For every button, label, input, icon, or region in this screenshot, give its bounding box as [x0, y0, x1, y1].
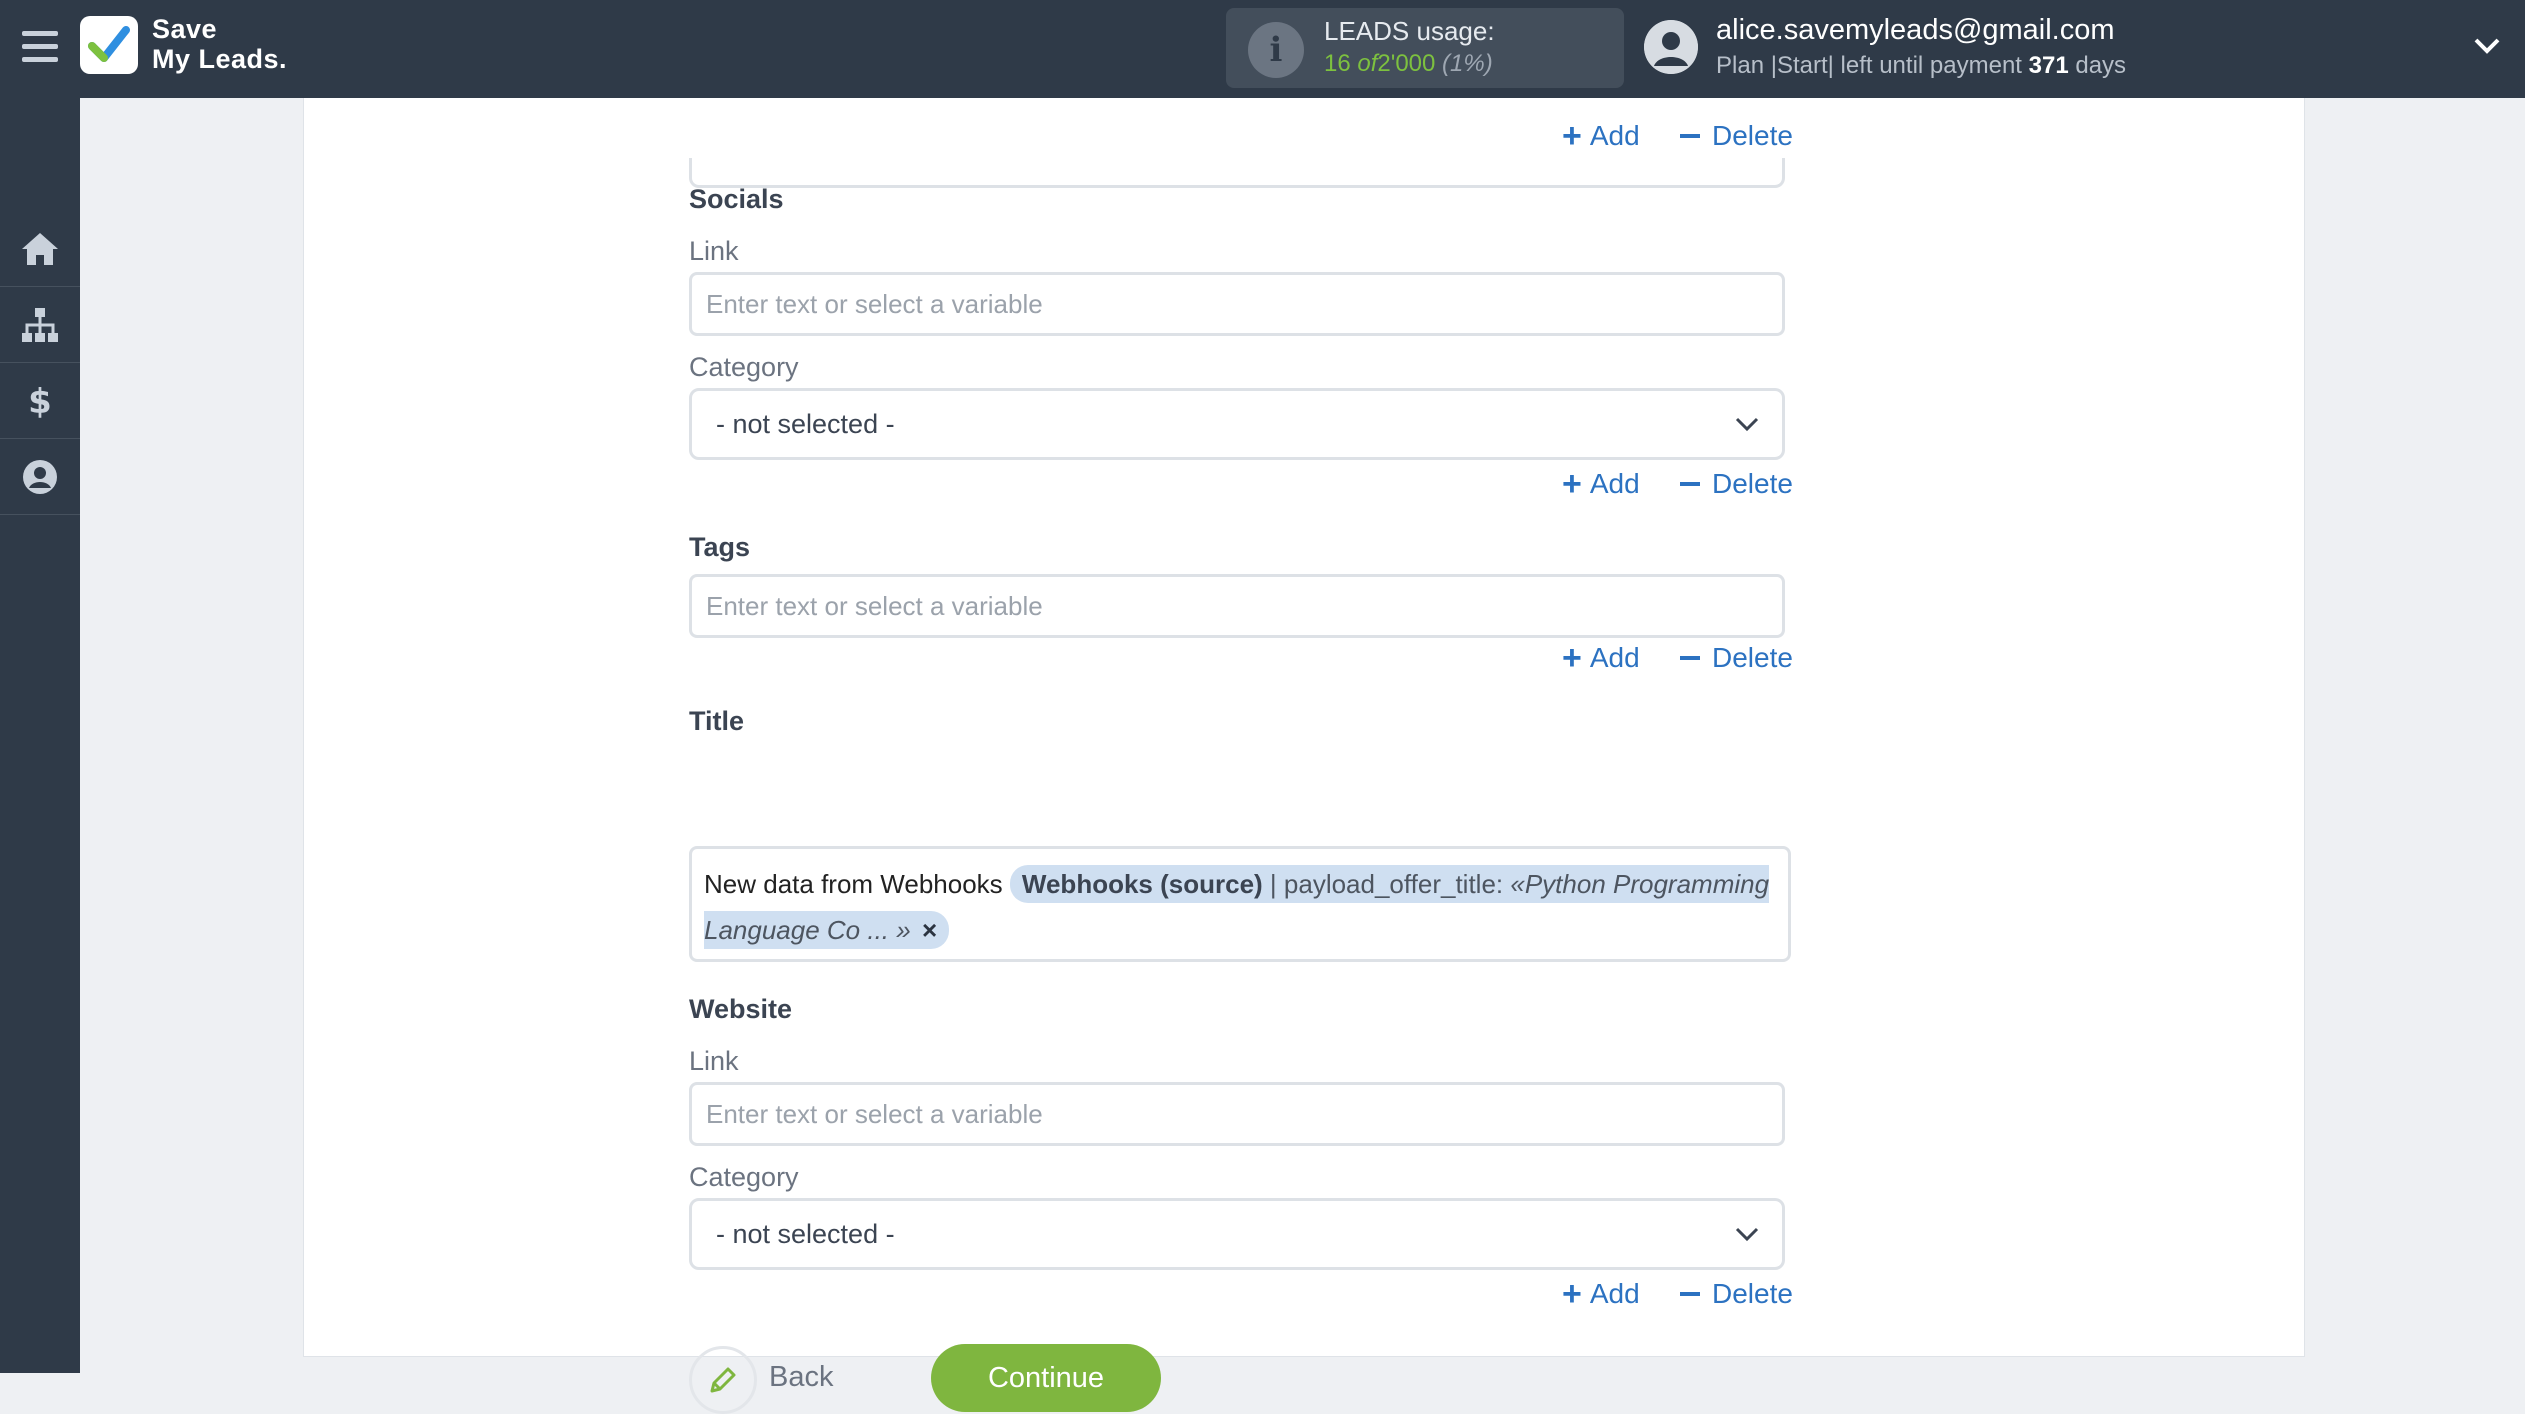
- delete-button[interactable]: Delete: [1680, 468, 1793, 500]
- plan-prefix: Plan |Start| left until payment: [1716, 52, 2022, 79]
- actions-row: + Add Delete: [1562, 465, 1793, 504]
- previous-field-bottom: [689, 158, 1785, 188]
- title-input[interactable]: New data from Webhooks Webhooks (source)…: [689, 846, 1791, 962]
- minus-icon: [1680, 1292, 1700, 1296]
- minus-icon: [1680, 134, 1700, 138]
- menu-icon[interactable]: [22, 31, 58, 65]
- logo-line-1: Save: [152, 14, 218, 44]
- plus-icon: +: [1562, 465, 1582, 503]
- delete-button[interactable]: Delete: [1680, 120, 1793, 152]
- usage-percent: (1%): [1442, 50, 1493, 77]
- delete-label: Delete: [1712, 1278, 1793, 1309]
- plus-icon: +: [1562, 117, 1582, 155]
- website-link-label: Link: [689, 1046, 739, 1076]
- usage-label: LEADS usage:: [1324, 16, 1495, 46]
- actions-row: + Add Delete: [1562, 117, 1793, 156]
- socials-heading: Socials: [689, 184, 784, 214]
- title-heading: Title: [689, 706, 745, 736]
- website-category-select[interactable]: - not selected -: [689, 1198, 1785, 1270]
- add-label: Add: [1589, 642, 1640, 673]
- pencil-icon: [710, 1367, 736, 1393]
- add-label: Add: [1589, 1278, 1640, 1309]
- logo-text: Save My Leads.: [152, 14, 287, 74]
- sidebar-item-account[interactable]: [0, 440, 80, 515]
- plus-icon: +: [1562, 1275, 1582, 1313]
- socials-category-value: - not selected -: [716, 409, 895, 439]
- sidebar-item-connections[interactable]: [0, 288, 80, 363]
- plan-days-suffix: days: [2075, 52, 2127, 79]
- sidebar-item-home[interactable]: [0, 212, 80, 287]
- tags-input[interactable]: Enter text or select a variable: [689, 574, 1785, 638]
- user-icon: [23, 460, 57, 494]
- sitemap-icon: [22, 308, 58, 342]
- usage-total: 2'000: [1377, 50, 1436, 77]
- add-label: Add: [1589, 120, 1640, 151]
- back-label[interactable]: Back: [769, 1361, 833, 1394]
- actions-row: + Add Delete: [1562, 1275, 1793, 1314]
- actions-row: + Add Delete: [1562, 639, 1793, 678]
- minus-icon: [1680, 656, 1700, 660]
- title-text: New data from Webhooks: [704, 869, 1003, 899]
- info-icon[interactable]: i: [1248, 22, 1304, 78]
- logo-line-2: My Leads.: [152, 44, 288, 74]
- dollar-icon: $: [28, 382, 52, 422]
- svg-text:$: $: [28, 382, 52, 422]
- plan-days: 371: [2028, 52, 2069, 79]
- website-category-label: Category: [689, 1162, 799, 1192]
- delete-label: Delete: [1712, 642, 1793, 673]
- delete-button[interactable]: Delete: [1680, 642, 1793, 674]
- chip-separator: | payload_offer_title:: [1269, 869, 1504, 899]
- back-button[interactable]: [689, 1346, 757, 1414]
- socials-category-label: Category: [689, 352, 799, 382]
- usage-count: 16 of2'000 (1%): [1324, 50, 1493, 78]
- delete-label: Delete: [1712, 120, 1793, 151]
- add-button[interactable]: + Add: [1562, 117, 1640, 155]
- sidebar-item-billing[interactable]: $: [0, 364, 80, 439]
- chevron-down-icon: [1735, 1227, 1759, 1242]
- socials-category-select[interactable]: - not selected -: [689, 388, 1785, 460]
- website-heading: Website: [689, 994, 793, 1024]
- add-button[interactable]: + Add: [1562, 465, 1640, 503]
- avatar[interactable]: [1644, 20, 1698, 74]
- remove-chip-icon[interactable]: ×: [922, 915, 937, 945]
- socials-link-input[interactable]: Enter text or select a variable: [689, 272, 1785, 336]
- plus-icon: +: [1562, 639, 1582, 677]
- socials-link-label: Link: [689, 236, 739, 266]
- minus-icon: [1680, 482, 1700, 486]
- home-icon: [22, 233, 58, 265]
- chip-source: Webhooks (source): [1021, 869, 1263, 899]
- leads-usage: i LEADS usage: 16 of2'000 (1%): [1226, 8, 1624, 88]
- continue-button[interactable]: Continue: [931, 1344, 1161, 1412]
- website-link-input[interactable]: Enter text or select a variable: [689, 1082, 1785, 1146]
- usage-used: 16: [1324, 50, 1351, 77]
- tags-heading: Tags: [689, 532, 751, 562]
- usage-of: of: [1357, 50, 1378, 77]
- add-button[interactable]: + Add: [1562, 1275, 1640, 1313]
- user-email: alice.savemyleads@gmail.com: [1716, 14, 2115, 46]
- website-category-value: - not selected -: [716, 1219, 895, 1249]
- add-label: Add: [1589, 468, 1640, 499]
- delete-label: Delete: [1712, 468, 1793, 499]
- delete-button[interactable]: Delete: [1680, 1278, 1793, 1310]
- plan-info: Plan |Start| left until payment 371 days: [1716, 52, 2126, 80]
- chevron-down-icon[interactable]: [2472, 34, 2502, 58]
- top-bar: Save My Leads. i LEADS usage: 16 of2'000…: [0, 0, 2525, 98]
- sidebar: $: [0, 98, 80, 1373]
- add-button[interactable]: + Add: [1562, 639, 1640, 677]
- form-card: + Add Delete Socials Link Enter text or s…: [303, 98, 2305, 1414]
- chevron-down-icon: [1735, 417, 1759, 432]
- logo-icon: [80, 16, 138, 74]
